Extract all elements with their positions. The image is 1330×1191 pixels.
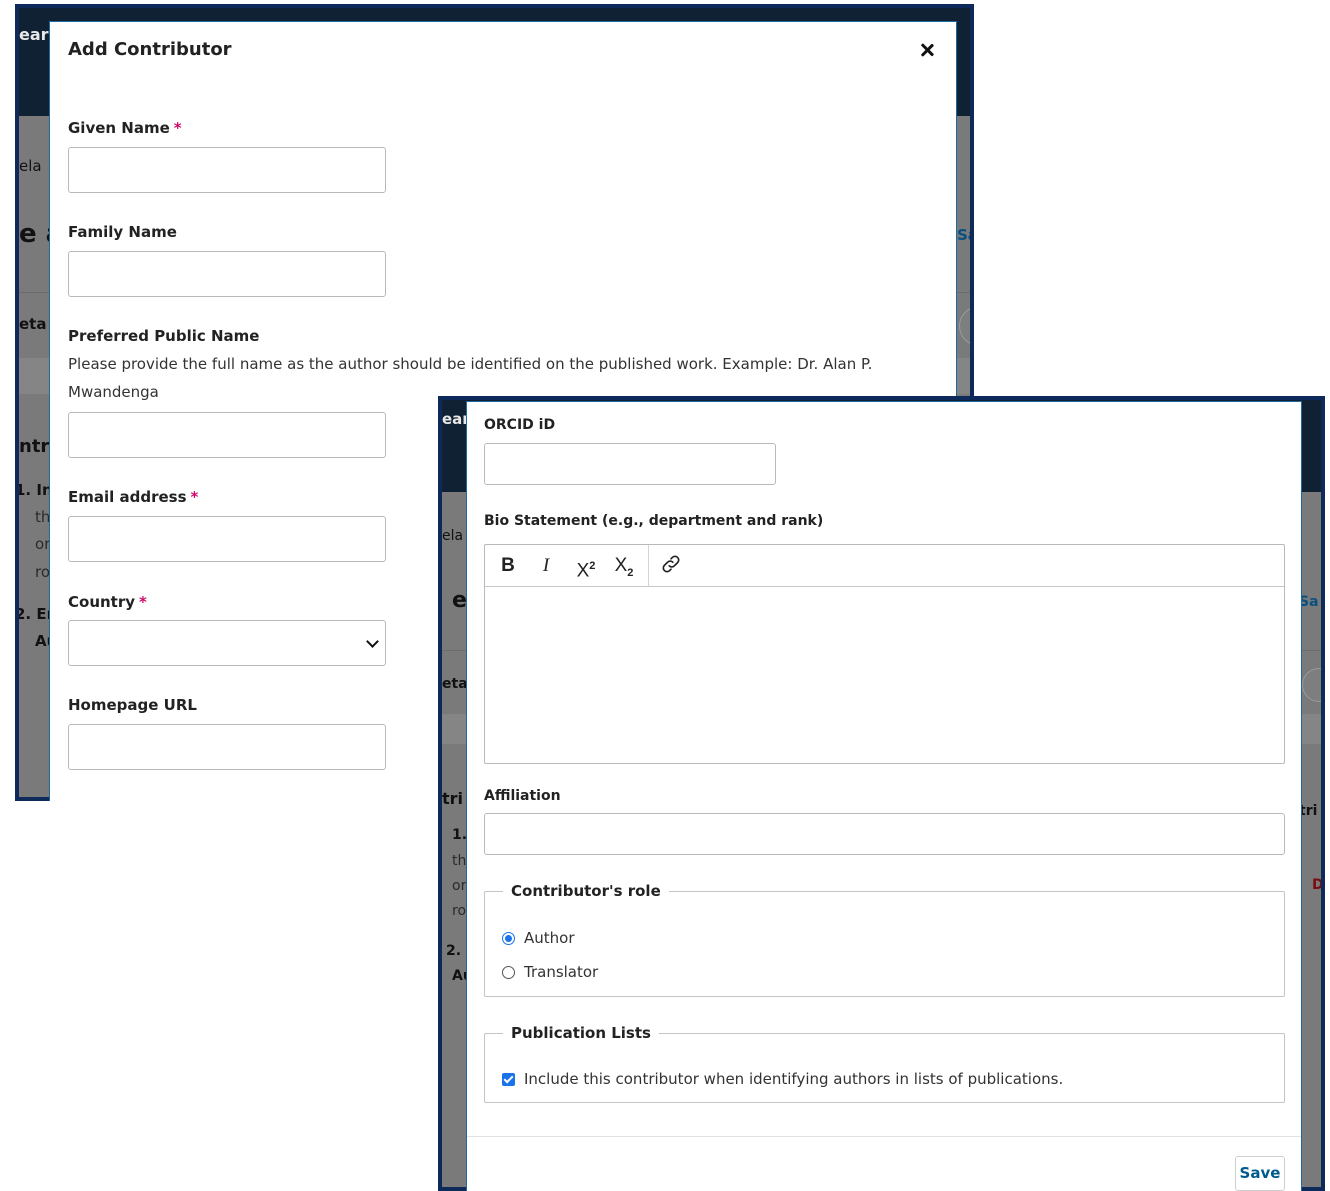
affiliation-label: Affiliation [484, 788, 561, 804]
contributor-role-legend: Contributor's role [511, 882, 661, 900]
publication-lists-group: Publication Lists Include this contribut… [484, 1024, 1285, 1103]
include-in-lists-checkbox[interactable]: Include this contributor when identifyin… [502, 1070, 1063, 1088]
email-label: Email address * [68, 488, 199, 506]
family-name-input[interactable] [68, 251, 386, 297]
background-section-title: tri [442, 789, 464, 808]
screenshot-bottom: earc ela e a Sa eta tri tri 1. In th or … [438, 396, 1325, 1191]
bio-statement-textarea[interactable] [485, 587, 1284, 763]
family-name-label: Family Name [68, 223, 177, 241]
given-name-input[interactable] [68, 147, 386, 193]
dialog-title: Add Contributor [68, 39, 232, 60]
background-step1-line: ro [452, 903, 467, 919]
background-tab-text: eta [442, 676, 468, 692]
editor-toolbar: B I X2 X2 [485, 545, 1284, 587]
background-delete-text: D [1312, 877, 1321, 893]
bold-button[interactable]: B [497, 553, 519, 579]
subscript-button[interactable]: X2 [609, 553, 639, 579]
required-marker: * [173, 119, 182, 137]
background-save-text: Sa [957, 226, 970, 244]
chevron-down-icon [366, 635, 379, 648]
radio-selected-icon[interactable] [502, 931, 515, 945]
checkbox-checked-icon[interactable] [502, 1072, 515, 1086]
role-option-label: Author [524, 929, 575, 947]
preferred-public-name-label: Preferred Public Name [68, 327, 260, 345]
given-name-label: Given Name * [68, 119, 182, 137]
background-user-text: ela [19, 157, 42, 175]
background-step1-line: or [452, 878, 467, 894]
include-in-lists-label: Include this contributor when identifyin… [524, 1070, 1064, 1088]
role-option-label: Translator [524, 963, 599, 981]
subscript-mark: 2 [627, 566, 634, 579]
toolbar-divider [648, 545, 649, 587]
background-step1-line: th [452, 853, 467, 869]
dialog-footer-divider [467, 1136, 1301, 1137]
subscript-letter: X [614, 555, 628, 576]
background-step1: 1. In [19, 481, 53, 499]
orcid-input[interactable] [484, 443, 776, 485]
country-select[interactable] [68, 620, 386, 666]
role-option-author[interactable]: Author [502, 929, 575, 947]
bio-statement-editor: B I X2 X2 [484, 544, 1285, 764]
superscript-mark: 2 [589, 560, 596, 572]
background-user-text: ela [442, 528, 464, 544]
role-option-translator[interactable]: Translator [502, 963, 598, 981]
homepage-url-label: Homepage URL [68, 696, 197, 714]
country-label: Country * [68, 593, 147, 611]
orcid-label: ORCID iD [484, 417, 556, 433]
superscript-letter: X [576, 560, 590, 582]
affiliation-input[interactable] [484, 813, 1285, 855]
background-circle [959, 306, 970, 346]
preferred-public-name-input[interactable] [68, 412, 386, 458]
required-marker: * [190, 488, 199, 506]
superscript-button[interactable]: X2 [571, 553, 601, 582]
background-circle [1302, 668, 1321, 702]
contributor-role-group: Contributor's role Author Translator [484, 882, 1285, 997]
radio-unselected-icon[interactable] [502, 965, 515, 979]
italic-button[interactable]: I [535, 553, 557, 579]
save-button[interactable]: Save [1235, 1156, 1285, 1191]
bio-statement-label: Bio Statement (e.g., department and rank… [484, 513, 824, 529]
background-step1-line: ro [35, 563, 51, 581]
required-marker: * [139, 593, 147, 611]
homepage-url-input[interactable] [68, 724, 386, 770]
publication-lists-legend: Publication Lists [511, 1024, 651, 1042]
link-icon[interactable] [659, 553, 683, 579]
email-field[interactable] [68, 516, 386, 562]
add-contributor-dialog-continued: ORCID iD Bio Statement (e.g., department… [466, 401, 1302, 1191]
close-icon[interactable] [918, 41, 936, 59]
background-tab-text: eta [19, 315, 47, 333]
